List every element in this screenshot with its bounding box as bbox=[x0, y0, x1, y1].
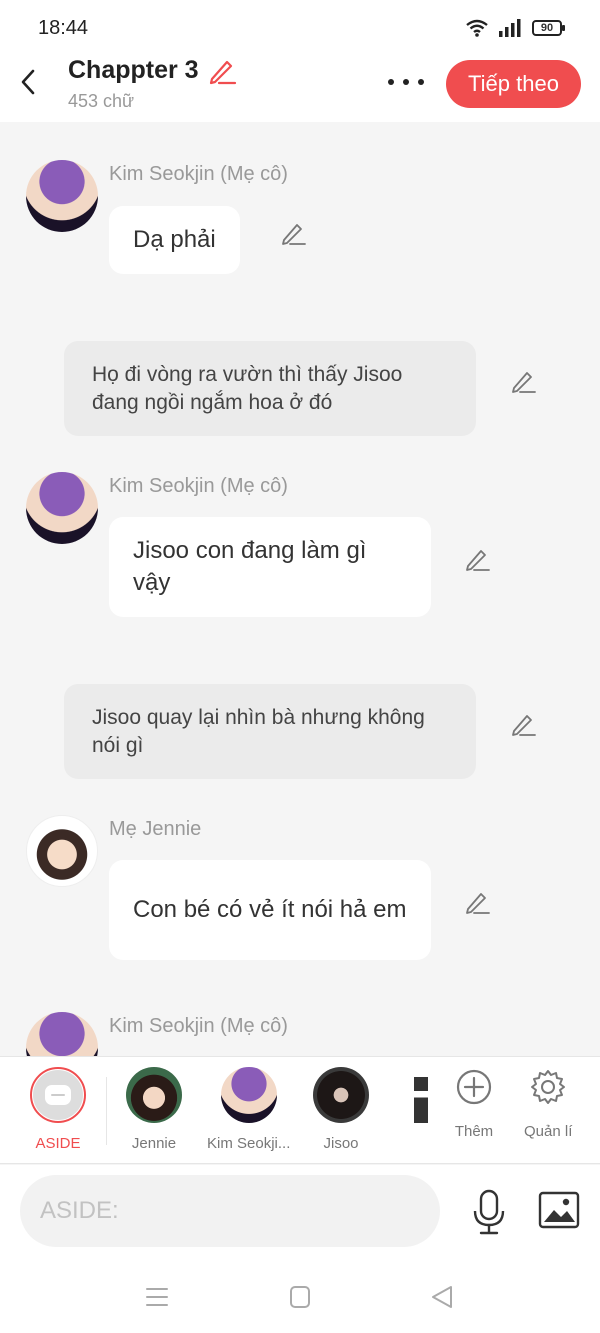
word-count: 453 chữ bbox=[68, 91, 135, 111]
message-bubble[interactable]: Jisoo con đang làm gì vậy bbox=[109, 517, 431, 617]
signal-icon bbox=[499, 19, 521, 37]
back-button[interactable] bbox=[14, 64, 42, 100]
message-input[interactable] bbox=[20, 1175, 440, 1247]
add-character-button[interactable]: Thêm bbox=[454, 1067, 494, 1140]
battery-icon: 90 bbox=[532, 20, 565, 36]
chat-bubble-icon bbox=[45, 1085, 71, 1105]
manage-characters-button[interactable]: Quản lí bbox=[524, 1067, 572, 1140]
microphone-icon[interactable] bbox=[470, 1189, 508, 1235]
speaker-name: Mẹ Jennie bbox=[109, 818, 202, 840]
avatar-seokjin bbox=[26, 1012, 98, 1056]
wifi-icon bbox=[466, 19, 488, 37]
triangle-back-icon[interactable] bbox=[429, 1285, 455, 1309]
scroll-indicator bbox=[414, 1077, 428, 1123]
character-label: Jisoo bbox=[323, 1135, 359, 1152]
character-jisoo[interactable]: Jisoo bbox=[313, 1067, 369, 1152]
chat-area: Kim Seokjin (Mẹ cô) Dạ phải Họ đi vòng r… bbox=[0, 122, 600, 1056]
aside-bubble[interactable]: Jisoo quay lại nhìn bà nhưng không nói g… bbox=[64, 684, 476, 779]
manage-label: Quản lí bbox=[524, 1123, 573, 1140]
message-bubble[interactable]: Con bé có vẻ ít nói hả em bbox=[109, 860, 431, 960]
edit-pencil-icon[interactable] bbox=[508, 366, 538, 396]
speaker-name: Kim Seokjin (Mẹ cô) bbox=[109, 1015, 288, 1037]
avatar-seokjin bbox=[26, 160, 98, 232]
character-label: Kim Seokji... bbox=[207, 1135, 291, 1152]
divider bbox=[106, 1077, 107, 1145]
plus-circle-icon bbox=[456, 1069, 492, 1105]
pencil-icon[interactable] bbox=[207, 57, 237, 85]
composer-bar bbox=[0, 1165, 600, 1257]
speaker-name: Kim Seokjin (Mẹ cô) bbox=[109, 163, 288, 185]
header: Chappter 3 453 chữ Tiếp theo bbox=[0, 56, 600, 122]
character-jennie[interactable]: Jennie bbox=[126, 1067, 182, 1152]
next-button[interactable]: Tiếp theo bbox=[446, 60, 581, 108]
title-block: Chappter 3 453 chữ bbox=[68, 56, 237, 112]
edit-pencil-icon[interactable] bbox=[278, 218, 308, 248]
speaker-name: Kim Seokjin (Mẹ cô) bbox=[109, 475, 288, 497]
avatar-jennie-mom bbox=[26, 815, 98, 887]
more-horizontal-icon bbox=[388, 79, 394, 85]
message-bubble[interactable]: Dạ phải bbox=[109, 206, 240, 274]
avatar-seokjin bbox=[26, 472, 98, 544]
edit-pencil-icon[interactable] bbox=[462, 544, 492, 574]
status-icons: 90 bbox=[466, 19, 565, 37]
status-time: 18:44 bbox=[38, 17, 89, 39]
character-label: Jennie bbox=[131, 1135, 177, 1152]
character-label: ASIDE bbox=[35, 1135, 81, 1152]
avatar bbox=[313, 1067, 369, 1123]
edit-pencil-icon[interactable] bbox=[462, 887, 492, 917]
add-label: Thêm bbox=[454, 1123, 494, 1140]
system-nav-bar bbox=[0, 1257, 600, 1333]
character-kim-seokjin[interactable]: Kim Seokji... bbox=[207, 1067, 290, 1152]
image-icon[interactable] bbox=[538, 1191, 580, 1229]
character-aside[interactable]: ASIDE bbox=[30, 1067, 86, 1152]
character-bar: ASIDE Jennie Kim Seokji... Jisoo Thêm Qu… bbox=[0, 1056, 600, 1164]
avatar bbox=[126, 1067, 182, 1123]
menu-icon[interactable] bbox=[144, 1285, 170, 1309]
chapter-title: Chappter 3 bbox=[68, 56, 199, 84]
square-icon[interactable] bbox=[287, 1285, 313, 1309]
status-bar: 18:44 90 bbox=[0, 0, 600, 56]
edit-pencil-icon[interactable] bbox=[508, 709, 538, 739]
gear-icon bbox=[531, 1070, 566, 1104]
chevron-left-icon bbox=[21, 69, 35, 95]
aside-bubble[interactable]: Họ đi vòng ra vườn thì thấy Jisoo đang n… bbox=[64, 341, 476, 436]
more-options-button[interactable] bbox=[388, 72, 424, 92]
avatar bbox=[220, 1067, 277, 1123]
